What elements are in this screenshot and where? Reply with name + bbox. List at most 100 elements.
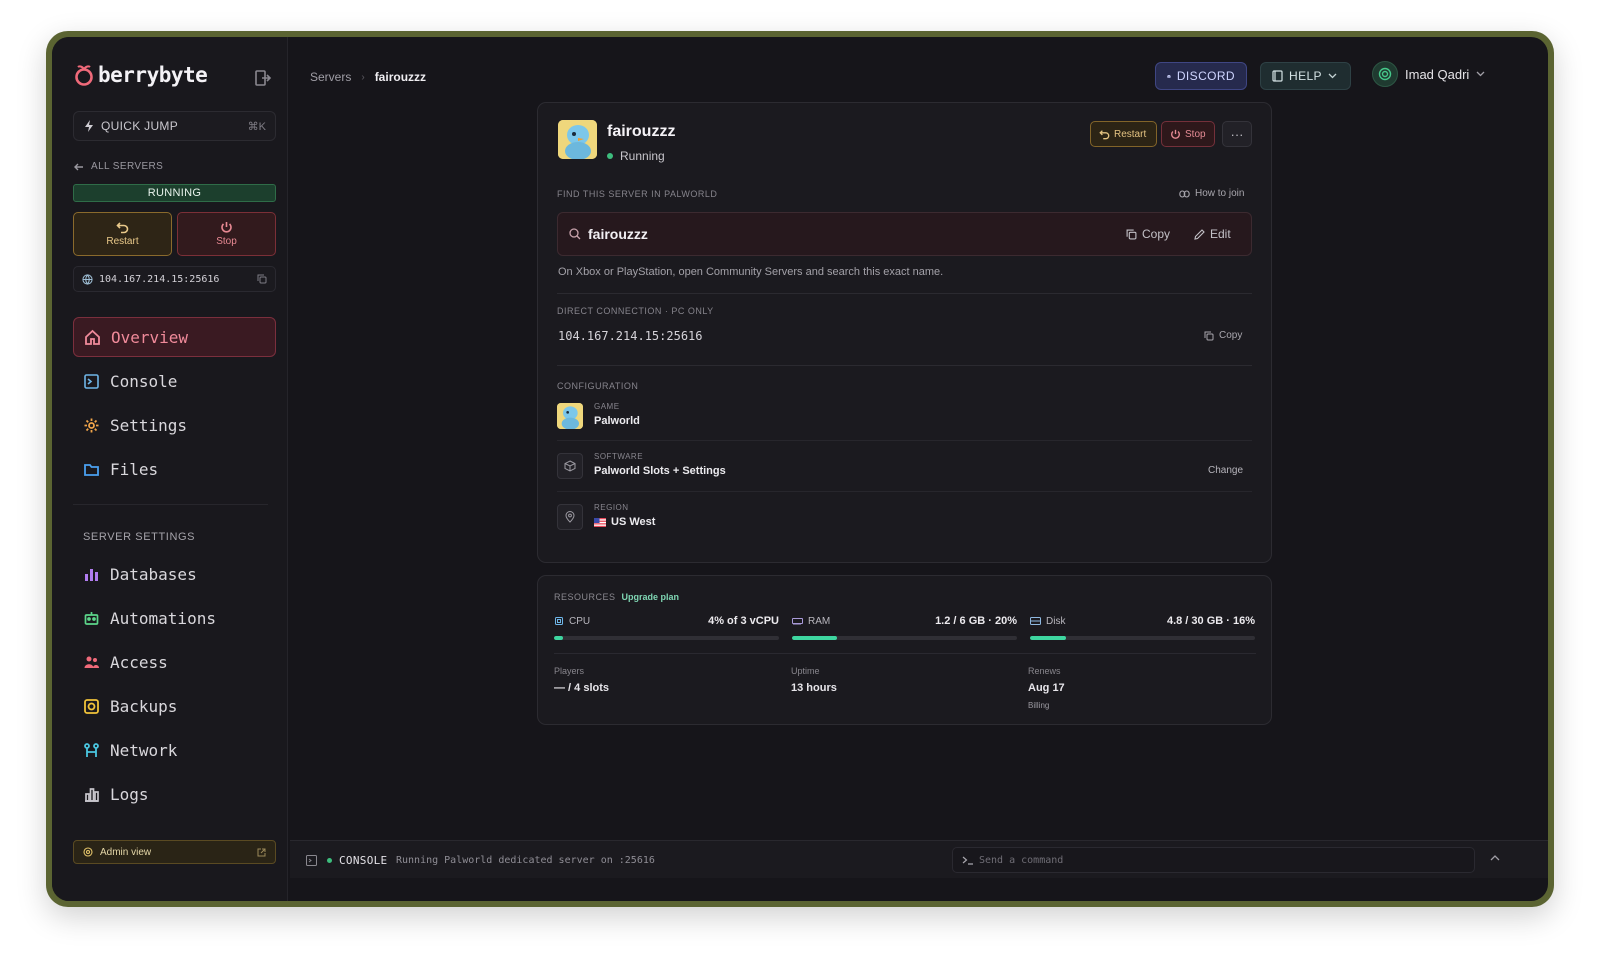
admin-view-label: Admin view (100, 846, 152, 858)
sidebar-item-access[interactable]: Access (73, 642, 276, 682)
billing-link[interactable]: Billing (1028, 701, 1065, 710)
sidebar-item-label: Automations (110, 608, 216, 628)
server-status: Running (607, 149, 665, 163)
memory-icon (792, 617, 803, 625)
copy-address-button[interactable]: Copy (1204, 330, 1242, 341)
sidebar-item-files[interactable]: Files (73, 449, 276, 489)
sidebar-item-label: Overview (111, 327, 189, 347)
sidebar-stop-label: Stop (216, 236, 237, 247)
box-icon (557, 453, 583, 479)
map-pin-icon (557, 504, 583, 530)
ram-meter: RAM 1.2 / 6 GB · 20% (792, 615, 1017, 640)
terminal-icon[interactable] (306, 855, 317, 866)
admin-view-button[interactable]: Admin view (73, 840, 276, 864)
config-divider (557, 440, 1252, 441)
sidebar-item-automations[interactable]: Automations (73, 598, 276, 638)
server-settings-heading: SERVER SETTINGS (83, 531, 196, 543)
status-dot (607, 153, 613, 159)
sidebar-item-databases[interactable]: Databases (73, 554, 276, 594)
quick-jump-shortcut: ⌘K (247, 120, 266, 133)
copy-name-button[interactable]: Copy (1126, 227, 1170, 241)
config-row-region: REGION US West (557, 495, 1252, 543)
configuration-heading: CONFIGURATION (557, 381, 639, 391)
server-address-box[interactable]: 104.167.214.15:25616 (73, 266, 276, 292)
discord-label: DISCORD (1176, 69, 1235, 83)
server-status-label: Running (620, 149, 665, 163)
quick-jump-button[interactable]: QUICK JUMP ⌘K (73, 111, 276, 141)
sidebar-item-label: Network (110, 740, 178, 760)
resources-divider (554, 653, 1256, 654)
chevron-up-icon[interactable] (1490, 854, 1500, 861)
external-link-icon (257, 848, 266, 856)
restart-button[interactable]: Restart (1090, 121, 1157, 147)
brand-name: berrybyte (98, 63, 208, 87)
brand-logo[interactable]: berrybyte (74, 63, 208, 87)
stat-value: Aug 17 (1028, 682, 1065, 694)
copy-icon (1204, 331, 1214, 340)
home-icon (85, 329, 100, 345)
discord-icon (1167, 74, 1171, 78)
discord-button[interactable]: DISCORD (1155, 62, 1247, 90)
stat-key: Renews (1028, 666, 1061, 676)
sidebar-item-network[interactable]: Network (73, 730, 276, 770)
how-to-join-label: How to join (1195, 188, 1245, 199)
edit-name-button[interactable]: Edit (1194, 227, 1231, 241)
sidebar-item-backups[interactable]: Backups (73, 686, 276, 726)
copy-name-label: Copy (1142, 227, 1171, 241)
sidebar: berrybyte QUICK JUMP ⌘K ALL SERVERS RUNN… (52, 37, 288, 901)
find-server-heading: FIND THIS SERVER IN PALWORLD (557, 189, 718, 199)
region-value: US West (611, 516, 656, 528)
us-flag-icon (594, 517, 606, 527)
palworld-icon (558, 120, 597, 159)
upgrade-plan-link[interactable]: Upgrade plan (622, 592, 680, 602)
config-value: Palworld (594, 415, 640, 427)
search-icon (569, 228, 581, 240)
config-value: US West (594, 516, 655, 528)
chevron-right-icon: › (361, 71, 365, 83)
how-to-join-link[interactable]: How to join (1179, 188, 1244, 199)
config-row-game: GAME Palworld (557, 394, 1252, 442)
book-icon (1272, 70, 1283, 82)
meter-name: RAM (808, 615, 831, 627)
power-icon (1171, 129, 1180, 139)
sidebar-item-console[interactable]: Console (73, 361, 276, 401)
shield-icon (83, 847, 93, 857)
stat-key: Uptime (791, 666, 820, 676)
help-button[interactable]: HELP (1260, 62, 1351, 90)
sidebar-stop-button[interactable]: Stop (177, 212, 276, 256)
quick-jump-label: QUICK JUMP (101, 119, 179, 133)
sidebar-item-settings[interactable]: Settings (73, 405, 276, 445)
stat-value: — / 4 slots (554, 682, 610, 694)
all-servers-label: ALL SERVERS (91, 161, 164, 172)
console-last-message: Running Palworld dedicated server on :25… (396, 855, 655, 866)
more-options-button[interactable]: ··· (1222, 121, 1252, 147)
breadcrumb-servers[interactable]: Servers (310, 70, 351, 84)
section-divider (557, 293, 1252, 294)
database-icon (85, 568, 98, 581)
copy-address-label: Copy (1219, 330, 1243, 341)
all-servers-link[interactable]: ALL SERVERS (74, 161, 163, 172)
command-input-box (952, 847, 1475, 873)
sidebar-divider (73, 504, 268, 505)
sidebar-restart-button[interactable]: Restart (73, 212, 172, 256)
user-menu[interactable]: Imad Qadri (1372, 61, 1485, 87)
change-software-button[interactable]: Change (1208, 465, 1243, 476)
stop-label: Stop (1185, 128, 1206, 140)
meter-track (1030, 636, 1255, 640)
sidebar-item-logs[interactable]: Logs (73, 774, 276, 814)
section-divider (557, 365, 1252, 366)
command-input[interactable] (979, 848, 1459, 872)
sidebar-item-label: Settings (110, 415, 188, 435)
power-icon (221, 222, 232, 233)
config-key: GAME (594, 402, 620, 411)
resources-card: RESOURCES Upgrade plan CPU 4% of 3 vCPU … (537, 575, 1272, 725)
stat-key: Players (554, 666, 585, 676)
logout-icon[interactable] (254, 69, 272, 87)
sidebar-item-label: Logs (110, 784, 149, 804)
stop-button[interactable]: Stop (1161, 121, 1215, 147)
resources-label: RESOURCES (554, 592, 616, 602)
sidebar-item-overview[interactable]: Overview (73, 317, 276, 357)
palworld-icon (557, 403, 583, 429)
disk-meter: Disk 4.8 / 30 GB · 16% (1030, 615, 1255, 640)
copy-icon[interactable] (257, 274, 267, 284)
